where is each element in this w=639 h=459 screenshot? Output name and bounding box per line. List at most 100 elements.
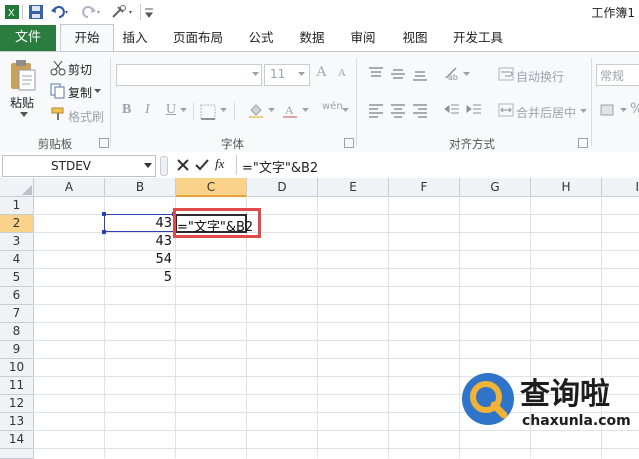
bold-button[interactable]: B [122,102,131,118]
row-header-5[interactable]: 5 [0,269,34,287]
row-header-10[interactable]: 10 [0,359,34,377]
cell-b4[interactable]: 54 [104,252,172,267]
align-middle-icon[interactable] [390,66,406,82]
copy-icon[interactable] [50,83,66,99]
align-right-icon[interactable] [412,102,428,118]
gridline [33,286,639,287]
fill-color-icon[interactable] [248,102,264,118]
paste-button[interactable]: 粘贴 [10,94,34,111]
alignment-launcher-icon[interactable] [578,138,588,148]
font-name-input[interactable] [116,64,262,86]
excel-icon[interactable]: X [4,4,20,20]
align-top-icon[interactable] [368,66,384,82]
orientation-icon[interactable]: ab [444,66,460,82]
row-header-6[interactable]: 6 [0,287,34,305]
row-header-11[interactable]: 11 [0,377,34,395]
align-center-icon[interactable] [390,102,406,118]
undo-icon[interactable] [50,4,72,20]
chevron-down-icon[interactable] [342,108,349,113]
row-header-4[interactable]: 4 [0,251,34,269]
borders-icon[interactable] [200,104,216,120]
tab-page-layout[interactable]: 页面布局 [166,25,230,51]
row-header-7[interactable]: 7 [0,305,34,323]
font-launcher-icon[interactable] [344,138,354,148]
row-header-9[interactable]: 9 [0,341,34,359]
chevron-down-icon[interactable] [302,108,309,113]
tab-insert[interactable]: 插入 [116,25,154,51]
column-header-b[interactable]: B [105,178,176,197]
insert-function-button[interactable]: fx [215,156,224,172]
font-color-icon[interactable]: A [282,102,298,118]
tab-review[interactable]: 审阅 [342,25,384,51]
merge-center-icon[interactable] [498,102,514,118]
chevron-down-icon[interactable] [463,72,470,77]
chevron-down-icon[interactable] [94,89,101,94]
underline-button[interactable]: U [166,102,176,118]
shrink-font-button[interactable]: A [338,67,346,79]
row-header-3[interactable]: 3 [0,233,34,251]
column-header-h[interactable]: H [531,178,602,197]
tab-view[interactable]: 视图 [394,25,436,51]
chevron-down-icon[interactable] [220,108,227,113]
cut-icon[interactable] [50,60,66,76]
grow-font-button[interactable]: A [316,64,327,81]
align-bottom-icon[interactable] [412,66,428,82]
cell-b5[interactable]: 5 [104,270,172,285]
column-header-e[interactable]: E [318,178,389,197]
row-header-14[interactable]: 14 [0,431,34,449]
row-header-1[interactable]: 1 [0,197,34,215]
chevron-down-icon[interactable] [298,72,305,77]
paste-icon[interactable] [8,58,38,92]
cancel-icon[interactable] [176,158,190,172]
cell-b2[interactable]: 43 [104,216,172,231]
enter-check-icon[interactable] [195,158,209,172]
cut-button[interactable]: 剪切 [68,61,92,78]
column-header-d[interactable]: D [247,178,318,197]
column-header-f[interactable]: F [389,178,460,197]
chevron-down-icon[interactable] [252,72,259,77]
gridline [33,340,639,341]
customize-qat-icon[interactable] [144,4,154,20]
column-header-i[interactable]: I [602,178,639,197]
phonetic-button[interactable]: wén [322,101,343,112]
column-header-a[interactable]: A [34,178,105,197]
chevron-down-icon[interactable] [20,112,28,118]
decrease-indent-icon[interactable] [444,102,460,118]
name-box[interactable]: STDEV [2,155,156,177]
tab-formulas[interactable]: 公式 [240,25,282,51]
row-header-12[interactable]: 12 [0,395,34,413]
row-header-2[interactable]: 2 [0,215,34,233]
format-painter-icon[interactable] [50,106,66,122]
worksheet-grid[interactable]: A B C D E F G H I 1 2 3 4 5 6 7 8 9 10 1… [0,178,639,459]
save-icon[interactable] [28,4,44,20]
merge-center-button[interactable]: 合并后居中 [516,104,576,121]
column-header-g[interactable]: G [460,178,531,197]
chevron-down-icon[interactable] [268,108,275,113]
wrap-text-icon[interactable] [498,66,514,82]
copy-button[interactable]: 复制 [68,84,92,101]
tab-home[interactable]: 开始 [60,24,114,51]
chevron-down-icon[interactable] [144,163,152,168]
align-left-icon[interactable] [368,102,384,118]
tab-file[interactable]: 文件 [0,25,56,51]
chevron-down-icon[interactable] [180,108,187,113]
percent-style-button[interactable]: % [630,101,639,117]
chevron-down-icon[interactable] [620,108,627,113]
formula-input[interactable]: ="文字"&B2 [242,157,318,176]
tab-data[interactable]: 数据 [290,25,334,51]
increase-indent-icon[interactable] [466,102,482,118]
italic-button[interactable]: I [145,102,150,118]
tools-icon[interactable] [110,4,136,20]
redo-icon[interactable] [80,4,102,20]
formula-bar-splitter[interactable] [160,156,168,176]
row-header-13[interactable]: 13 [0,413,34,431]
wrap-text-button[interactable]: 自动换行 [516,68,564,85]
chevron-down-icon[interactable] [580,109,587,114]
cell-b3[interactable]: 43 [104,234,172,249]
accounting-format-icon[interactable] [600,102,616,118]
clipboard-launcher-icon[interactable] [99,138,109,148]
column-header-c[interactable]: C [176,178,247,197]
row-header-8[interactable]: 8 [0,323,34,341]
tab-developer[interactable]: 开发工具 [446,25,510,51]
format-painter-button[interactable]: 格式刷 [68,108,104,125]
